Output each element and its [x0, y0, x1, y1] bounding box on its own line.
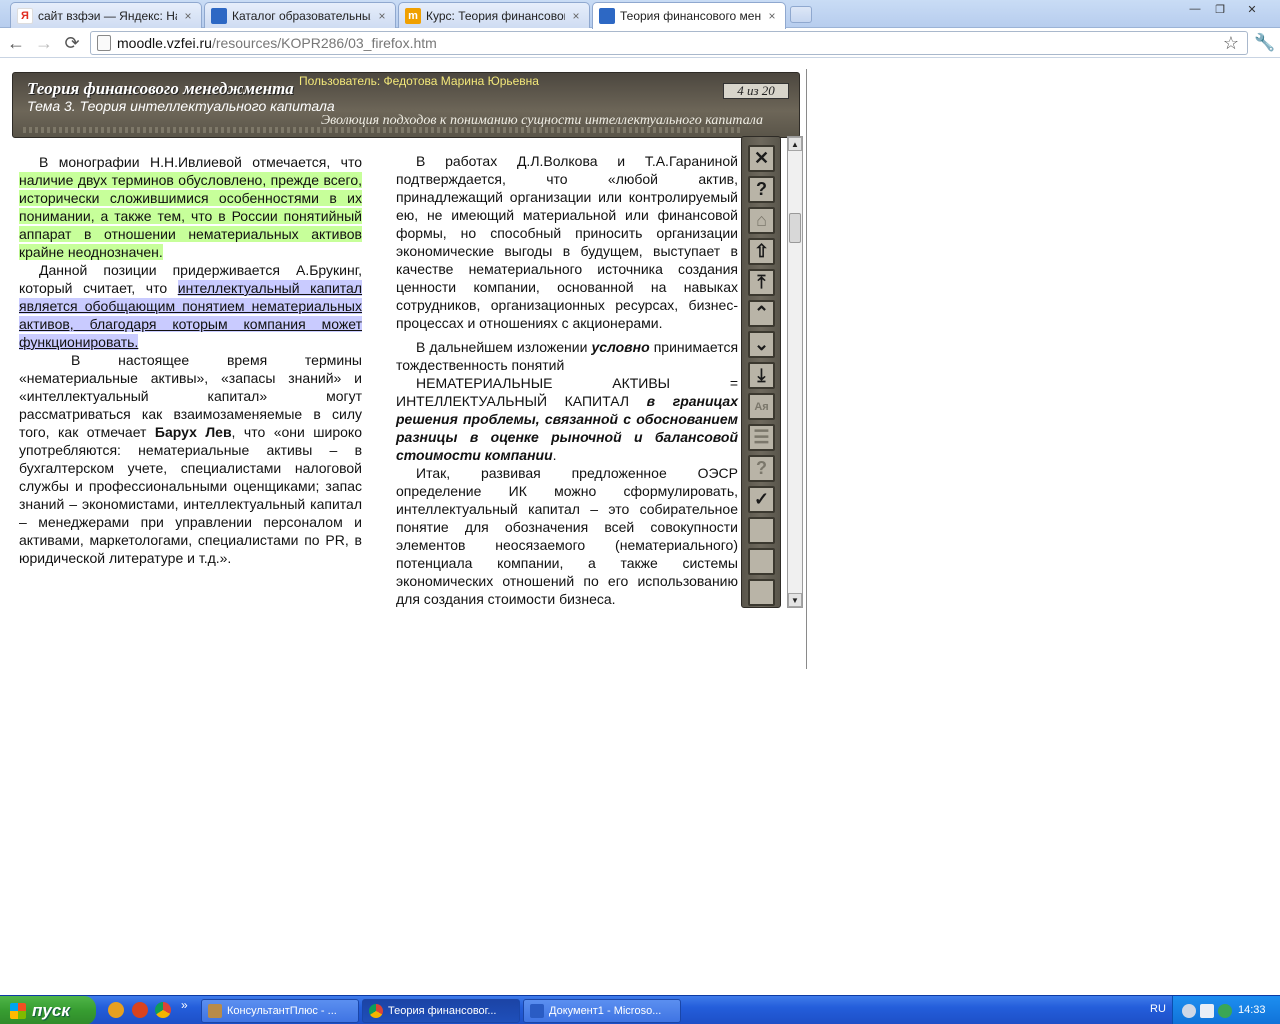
url-host: moodle.vzfei.ru — [117, 35, 212, 51]
windows-taskbar: пуск » КонсультантПлюс - ... Теория фина… — [0, 995, 1280, 1024]
page-content: Теория финансового менеджмента Пользоват… — [0, 59, 1280, 995]
navigation-control-panel: ✕? ⌂ ⇧ ⤒ ⌃ ⌄ ⤓ Ая ☰? ✓ — [741, 136, 781, 608]
page-icon — [97, 35, 111, 51]
tab-close-icon[interactable]: × — [765, 9, 779, 23]
word-icon — [530, 1004, 544, 1018]
tab-label: Каталог образовательных р — [232, 8, 371, 23]
address-bar[interactable]: moodle.vzfei.ru/resources/KOPR286/03_fir… — [90, 31, 1248, 55]
paragraph: НЕМАТЕРИАЛЬНЫЕ АКТИВЫ = ИНТЕЛЛЕКТУАЛЬНЫЙ… — [396, 374, 738, 464]
paragraph: В монографии Н.Н.Ивлиевой отмечается, чт… — [19, 153, 362, 261]
tray-app-icon[interactable] — [1218, 1004, 1232, 1018]
task-word[interactable]: Документ1 - Microso... — [523, 999, 681, 1023]
quicklaunch-chevron-icon[interactable]: » — [181, 998, 188, 1012]
tab-catalog[interactable]: Каталог образовательных р × — [204, 2, 396, 28]
quicklaunch-app-icon[interactable] — [108, 1002, 124, 1018]
start-label: пуск — [32, 1000, 70, 1020]
moodle-icon: m — [405, 7, 421, 24]
blank-button-icon[interactable] — [748, 517, 775, 544]
right-text-column: В работах Д.Л.Волкова и Т.А.Гараниной по… — [396, 152, 738, 608]
close-window-icon[interactable]: ✕ — [1240, 1, 1264, 17]
tab-label: Курс: Теория финансового м — [426, 8, 565, 23]
paragraph: В дальнейшем изложении условно принимает… — [396, 338, 738, 374]
tab-close-icon[interactable]: × — [181, 9, 195, 23]
bold-name: Барух Лев — [154, 424, 232, 440]
left-text-column: В монографии Н.Н.Ивлиевой отмечается, чт… — [19, 153, 363, 567]
home-icon[interactable]: ⌂ — [748, 207, 775, 234]
chrome-quicklaunch-icon[interactable] — [155, 1002, 171, 1018]
tab-label: Теория финансового менедж — [620, 9, 761, 23]
tab-current[interactable]: Теория финансового менедж × — [592, 2, 786, 29]
browser-toolbar: ← → ⟳ moodle.vzfei.ru/resources/KOPR286/… — [0, 28, 1280, 58]
text-span: , что «они широко употребляются: нематер… — [19, 424, 362, 566]
arrow-up-icon[interactable]: ⇧ — [748, 238, 775, 265]
quicklaunch-app-icon[interactable] — [132, 1002, 148, 1018]
bookmark-star-icon[interactable]: ☆ — [1223, 33, 1239, 54]
frame-divider — [806, 69, 807, 669]
notes-icon[interactable]: ☰ — [748, 424, 775, 451]
task-label: КонсультантПлюс - ... — [227, 1005, 337, 1017]
page-counter: 4 из 20 — [723, 83, 789, 99]
task-label: Теория финансовог... — [388, 1005, 497, 1017]
maximize-icon[interactable]: ❐ — [1208, 1, 1232, 17]
minimize-icon[interactable]: — — [1183, 1, 1207, 17]
folder-icon — [599, 8, 615, 24]
tab-course[interactable]: m Курс: Теория финансового м × — [398, 2, 590, 28]
text-span: В дальнейшем изложении — [416, 339, 588, 355]
tab-yandex[interactable]: Я сайт взфэи — Яндекс: Нашё × — [10, 2, 202, 28]
task-label: Документ1 - Microso... — [549, 1005, 662, 1017]
prev-page-icon[interactable]: ⌃ — [748, 300, 775, 327]
blank-button-icon[interactable] — [748, 548, 775, 575]
text-span: В монографии Н.Н.Ивлиевой отмечается, чт… — [39, 154, 362, 170]
language-indicator[interactable]: RU — [1150, 1003, 1166, 1015]
tab-close-icon[interactable]: × — [375, 9, 389, 23]
tab-close-icon[interactable]: × — [569, 9, 583, 23]
paragraph: В настоящее время термины «нематериальны… — [19, 351, 362, 567]
highlighted-text-green: наличие двух терминов обусловлено, прежд… — [19, 172, 362, 260]
back-icon[interactable]: ← — [4, 32, 28, 54]
next-page-icon[interactable]: ⌄ — [748, 331, 775, 358]
consultant-icon — [208, 1004, 222, 1018]
last-page-icon[interactable]: ⤓ — [748, 362, 775, 389]
test-icon[interactable]: ? — [748, 455, 775, 482]
start-button[interactable]: пуск — [0, 996, 96, 1024]
text-span: . — [552, 447, 557, 463]
course-title: Теория финансового менеджмента — [27, 79, 294, 98]
blank-button-icon[interactable] — [748, 579, 775, 606]
task-chrome[interactable]: Теория финансовог... — [362, 999, 520, 1023]
forward-icon[interactable]: → — [32, 32, 56, 54]
new-tab-button[interactable] — [790, 6, 812, 23]
task-consultant[interactable]: КонсультантПлюс - ... — [201, 999, 359, 1023]
scroll-up-arrow-icon[interactable]: ▲ — [788, 137, 802, 151]
help-icon[interactable]: ? — [748, 176, 775, 203]
tab-label: сайт взфэи — Яндекс: Нашё — [38, 8, 177, 23]
first-page-icon[interactable]: ⤒ — [748, 269, 775, 296]
yandex-icon: Я — [17, 7, 33, 24]
paragraph: Данной позиции придерживается А.Брукинг,… — [19, 261, 363, 351]
chrome-icon — [369, 1004, 383, 1018]
content-scrollbar[interactable]: ▲ ▼ — [787, 136, 803, 608]
check-icon[interactable]: ✓ — [748, 486, 775, 513]
tab-strip: Я сайт взфэи — Яндекс: Нашё × Каталог об… — [0, 0, 1280, 29]
emphasis-text: условно — [591, 339, 650, 355]
folder-icon — [211, 7, 227, 24]
scroll-down-arrow-icon[interactable]: ▼ — [788, 593, 802, 607]
close-icon[interactable]: ✕ — [748, 145, 775, 172]
wrench-icon[interactable]: 🔧 — [1254, 33, 1275, 53]
topic-title: Тема 3. Теория интеллектуального капитал… — [27, 98, 335, 114]
user-name: Пользователь: Федотова Марина Юрьевна — [299, 74, 539, 88]
scroll-thumb[interactable] — [789, 213, 801, 243]
course-banner: Теория финансового менеджмента Пользоват… — [12, 72, 800, 138]
clock: 14:33 — [1238, 1004, 1266, 1016]
reload-icon[interactable]: ⟳ — [60, 32, 84, 54]
text-span: Итак, развивая предложенное ОЭСР определ… — [396, 465, 738, 499]
decorative-scribble — [23, 127, 743, 133]
network-icon[interactable] — [1200, 1004, 1214, 1018]
text-span: интеллектуальный капитал – это собирател… — [396, 501, 738, 607]
paragraph: Итак, развивая предложенное ОЭСР определ… — [396, 464, 738, 608]
tray-back-icon[interactable] — [1182, 1004, 1196, 1018]
glossary-icon[interactable]: Ая — [748, 393, 775, 420]
url-path: /resources/KOPR286/03_firefox.htm — [211, 35, 437, 51]
windows-logo-icon — [10, 1002, 26, 1019]
paragraph: В работах Д.Л.Волкова и Т.А.Гараниной по… — [396, 153, 738, 331]
